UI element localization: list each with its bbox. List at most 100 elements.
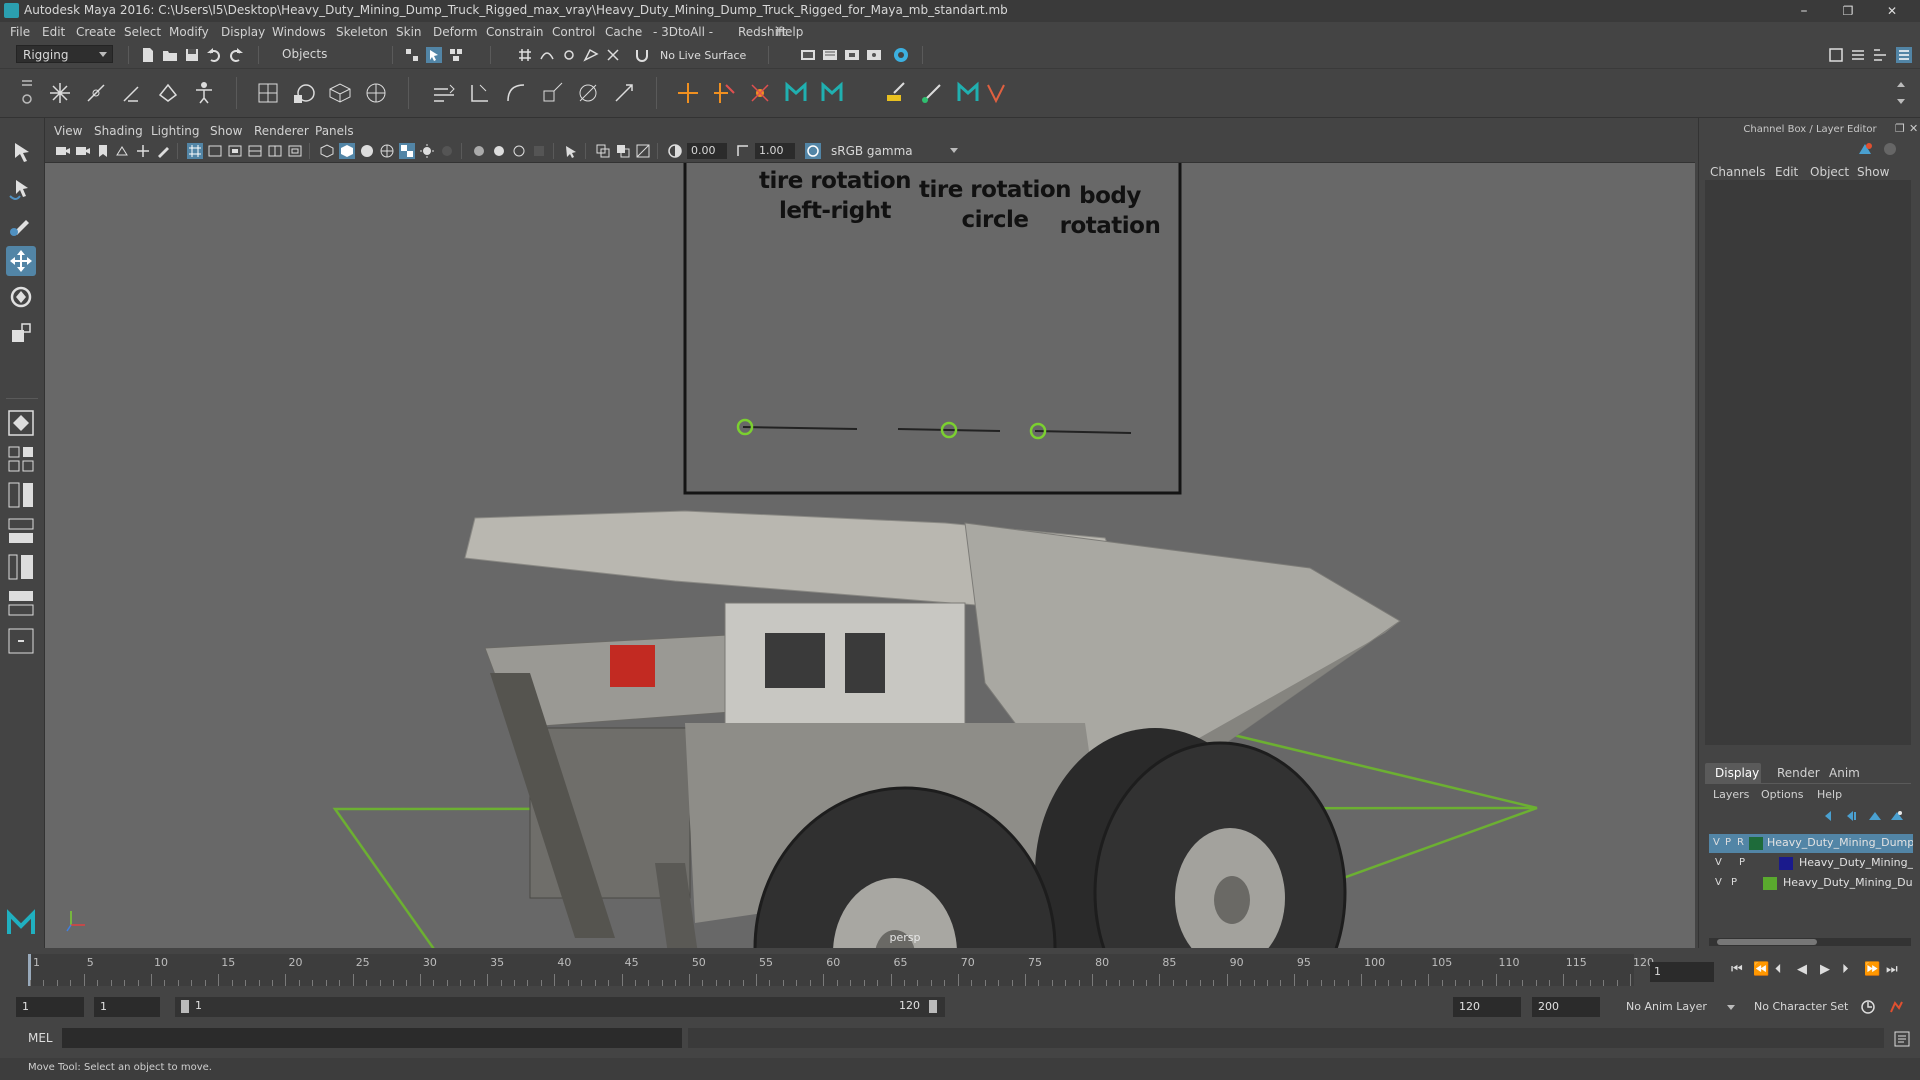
lasso-tool-icon[interactable] [6, 174, 36, 204]
twod-pan-icon[interactable] [135, 143, 151, 159]
channel-box-area[interactable] [1705, 180, 1911, 745]
menu-cache[interactable]: Cache [605, 25, 642, 39]
snap-curve-icon[interactable] [539, 47, 555, 63]
attribute-editor-icon[interactable] [1850, 47, 1866, 63]
pole-vector-icon[interactable] [612, 81, 638, 105]
render-view-icon[interactable] [800, 47, 816, 63]
menu-file[interactable]: File [10, 25, 30, 39]
shadows-icon[interactable] [439, 143, 455, 159]
tab-render[interactable]: Render [1777, 766, 1820, 780]
two-pane-stacked-layout-icon[interactable] [6, 516, 36, 546]
camera-attributes-icon[interactable] [75, 143, 91, 159]
outliner-layout-icon[interactable] [6, 552, 36, 582]
layer-color-swatch[interactable] [1763, 877, 1777, 890]
default-material-icon[interactable] [359, 143, 375, 159]
step-back-icon[interactable]: ⏪ [1753, 962, 1769, 977]
tab-anim[interactable]: Anim [1829, 766, 1860, 780]
paint-weights-icon[interactable] [884, 81, 908, 105]
modeling-toolkit-icon[interactable] [1828, 47, 1844, 63]
menu-3dtoall[interactable]: - 3DtoAll - [653, 25, 713, 39]
xray-joints-icon[interactable] [635, 143, 651, 159]
two-pane-side-layout-icon[interactable] [6, 480, 36, 510]
layers-menu-options[interactable]: Options [1761, 788, 1803, 801]
step-forward-key-icon[interactable]: ⏵ [1842, 962, 1849, 977]
menuset-dropdown[interactable]: Rigging [16, 45, 113, 63]
menu-windows[interactable]: Windows [272, 25, 326, 39]
shelf-scroll-icon[interactable] [1894, 77, 1908, 109]
safe-action-icon[interactable] [287, 143, 303, 159]
magnet-icon[interactable] [634, 47, 650, 63]
character-set-dropdown[interactable]: No Character Set [1748, 997, 1870, 1017]
bookmark-icon[interactable] [95, 143, 111, 159]
save-scene-icon[interactable] [184, 47, 200, 63]
new-layer-selected-icon[interactable] [1889, 810, 1903, 822]
menu-constrain[interactable]: Constrain [486, 25, 544, 39]
resolution-gate-icon[interactable] [227, 143, 243, 159]
wireframe-icon[interactable] [319, 143, 335, 159]
menu-skeleton[interactable]: Skeleton [336, 25, 388, 39]
smooth-bind-icon[interactable] [292, 81, 316, 105]
maya-script-icon[interactable] [784, 81, 808, 105]
make-live-icon[interactable] [605, 47, 621, 63]
open-scene-icon[interactable] [162, 47, 178, 63]
select-hierarchy-icon[interactable] [404, 47, 420, 63]
joint-tool-icon[interactable] [48, 81, 72, 105]
maya-script-2-icon[interactable] [820, 81, 844, 105]
range-slider-end-handle[interactable] [929, 1000, 937, 1013]
menu-modify[interactable]: Modify [169, 25, 209, 39]
play-backwards-icon[interactable]: ◀ [1797, 962, 1807, 977]
channels-menu-channels[interactable]: Channels [1710, 165, 1766, 179]
layer-visibility-toggle[interactable]: V [1715, 877, 1722, 888]
selection-mode-dropdown[interactable]: Objects [276, 45, 378, 63]
use-all-lights-icon[interactable] [419, 143, 435, 159]
select-component-icon[interactable] [448, 47, 464, 63]
gamma-field[interactable]: 1.00 [755, 143, 795, 159]
bind-skin-icon[interactable] [256, 81, 280, 105]
depth-of-field-icon[interactable] [531, 143, 547, 159]
xray-icon[interactable] [595, 143, 611, 159]
layer-visibility-toggle[interactable]: V [1713, 837, 1720, 848]
channel-box-icon[interactable] [1857, 142, 1873, 156]
undo-icon[interactable] [206, 47, 222, 63]
layers-menu-layers[interactable]: Layers [1713, 788, 1749, 801]
viewport-menu-lighting[interactable]: Lighting [151, 124, 200, 138]
gate-mask-icon[interactable] [247, 143, 263, 159]
layer-visibility-toggle[interactable]: V [1715, 857, 1722, 868]
sculpt-deformer-icon[interactable] [748, 81, 772, 105]
menu-select[interactable]: Select [124, 25, 161, 39]
humanik-icon[interactable] [192, 81, 216, 105]
channels-menu-show[interactable]: Show [1857, 165, 1889, 179]
move-layer-up-icon[interactable] [1823, 810, 1837, 822]
color-management-icon[interactable] [805, 143, 821, 159]
channels-menu-object[interactable]: Object [1810, 165, 1849, 179]
paint-select-icon[interactable] [6, 210, 36, 240]
smooth-shade-icon[interactable] [339, 143, 355, 159]
layer-scrollbar[interactable] [1709, 938, 1911, 946]
step-back-key-icon[interactable]: ⏴ [1775, 962, 1782, 977]
panel-float-icon[interactable]: ❐ [1895, 122, 1905, 135]
scale-constraint-icon[interactable] [540, 81, 566, 105]
tool-settings-icon[interactable] [1872, 47, 1888, 63]
film-gate-icon[interactable] [207, 143, 223, 159]
script-editor-icon[interactable] [1894, 1031, 1910, 1047]
anim-layer-dropdown[interactable]: No Anim Layer [1620, 997, 1740, 1017]
animation-start-field[interactable]: 1 [16, 997, 84, 1017]
select-tool-icon[interactable] [6, 138, 36, 168]
new-scene-icon[interactable] [140, 47, 156, 63]
lattice-icon[interactable] [328, 81, 352, 105]
time-ruler[interactable]: 1 5 10 15 20 25 30 35 40 45 50 55 60 65 70 75 80 85 90 95 10… [28, 954, 1654, 986]
isolate-select-icon[interactable] [563, 143, 579, 159]
single-pane-layout-icon[interactable] [6, 408, 36, 438]
layer-reference-toggle[interactable]: R [1737, 837, 1744, 848]
insert-joint-icon[interactable] [156, 81, 180, 105]
menu-deform[interactable]: Deform [433, 25, 478, 39]
screen-space-ao-icon[interactable] [471, 143, 487, 159]
snap-view-plane-icon[interactable] [583, 47, 599, 63]
menu-display[interactable]: Display [221, 25, 265, 39]
go-to-start-icon[interactable]: ⏮ [1731, 962, 1743, 977]
close-button[interactable]: ✕ [1870, 0, 1914, 22]
viewport-persp[interactable]: tire rotation left-right tire rotation c… [45, 163, 1695, 948]
orient-constraint-icon[interactable] [504, 81, 530, 105]
menu-edit[interactable]: Edit [42, 25, 65, 39]
menu-skin[interactable]: Skin [396, 25, 422, 39]
